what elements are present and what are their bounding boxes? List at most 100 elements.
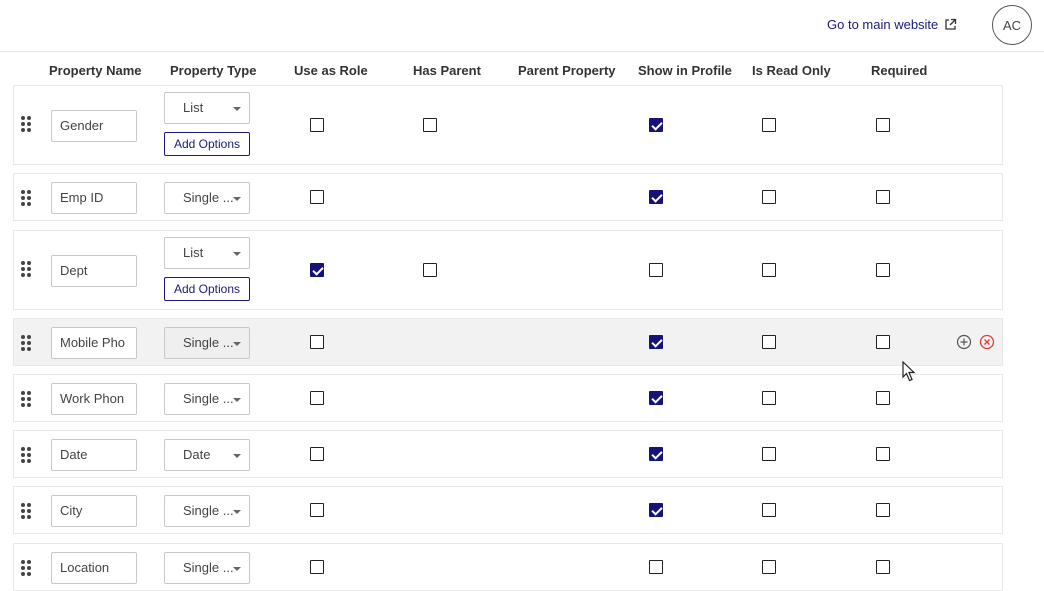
required-checkbox[interactable] <box>876 335 890 349</box>
table-row: City Single ... <box>13 486 1003 534</box>
mouse-cursor-icon <box>902 361 916 382</box>
required-checkbox[interactable] <box>876 391 890 405</box>
table-row: Work Phon Single ... <box>13 374 1003 422</box>
external-link-icon <box>945 18 957 30</box>
property-type-value: Single ... <box>183 560 234 575</box>
read-only-checkbox[interactable] <box>762 503 776 517</box>
read-only-checkbox[interactable] <box>762 190 776 204</box>
show-in-profile-checkbox[interactable] <box>649 391 663 405</box>
has-parent-checkbox[interactable] <box>423 263 437 277</box>
show-in-profile-checkbox[interactable] <box>649 447 663 461</box>
property-type-select[interactable]: Single ... <box>164 327 250 359</box>
property-name-input[interactable]: Mobile Pho <box>51 327 137 359</box>
use-as-role-checkbox[interactable] <box>310 335 324 349</box>
show-in-profile-checkbox[interactable] <box>649 263 663 277</box>
use-as-role-checkbox[interactable] <box>310 190 324 204</box>
table-row: Dept List Add Options <box>13 230 1003 310</box>
column-header-is-read-only: Is Read Only <box>752 63 831 78</box>
read-only-checkbox[interactable] <box>762 263 776 277</box>
use-as-role-checkbox[interactable] <box>310 447 324 461</box>
show-in-profile-checkbox[interactable] <box>649 335 663 349</box>
chevron-down-icon <box>233 252 241 256</box>
has-parent-checkbox[interactable] <box>423 118 437 132</box>
add-options-button[interactable]: Add Options <box>164 277 250 301</box>
read-only-checkbox[interactable] <box>762 560 776 574</box>
required-checkbox[interactable] <box>876 263 890 277</box>
column-header-required: Required <box>871 63 928 78</box>
property-name-input[interactable]: Work Phon <box>51 383 137 415</box>
drag-handle-icon[interactable] <box>21 447 31 463</box>
property-type-select[interactable]: Single ... <box>164 383 250 415</box>
chevron-down-icon <box>233 342 241 346</box>
required-checkbox[interactable] <box>876 560 890 574</box>
property-type-select[interactable]: Date <box>164 439 250 471</box>
property-type-value: Single ... <box>183 190 234 205</box>
read-only-checkbox[interactable] <box>762 447 776 461</box>
chevron-down-icon <box>233 107 241 111</box>
column-header-parent-property: Parent Property <box>518 63 616 78</box>
chevron-down-icon <box>233 197 241 201</box>
plus-circle-icon[interactable] <box>956 334 972 350</box>
property-type-select[interactable]: List <box>164 92 250 124</box>
add-options-button[interactable]: Add Options <box>164 132 250 156</box>
property-name-input[interactable]: Gender <box>51 110 137 142</box>
property-type-value: Single ... <box>183 335 234 350</box>
chevron-down-icon <box>233 567 241 571</box>
column-header-property-type: Property Type <box>170 63 257 78</box>
drag-handle-icon[interactable] <box>21 503 31 519</box>
drag-handle-icon[interactable] <box>21 335 31 351</box>
user-avatar[interactable]: AC <box>992 5 1032 45</box>
property-name-input[interactable]: Location <box>51 552 137 584</box>
required-checkbox[interactable] <box>876 503 890 517</box>
show-in-profile-checkbox[interactable] <box>649 118 663 132</box>
read-only-checkbox[interactable] <box>762 391 776 405</box>
use-as-role-checkbox[interactable] <box>310 118 324 132</box>
chevron-down-icon <box>233 454 241 458</box>
table-row: Location Single ... <box>13 543 1003 591</box>
top-bar: Go to main website AC <box>0 0 1044 52</box>
column-header-property-name: Property Name <box>49 63 142 78</box>
property-name-input[interactable]: Emp ID <box>51 182 137 214</box>
read-only-checkbox[interactable] <box>762 118 776 132</box>
property-name-input[interactable]: Date <box>51 439 137 471</box>
property-type-value: Date <box>183 447 211 462</box>
drag-handle-icon[interactable] <box>21 560 31 576</box>
property-type-value: Single ... <box>183 391 234 406</box>
column-header-use-as-role: Use as Role <box>294 63 368 78</box>
property-type-value: List <box>183 245 204 260</box>
chevron-down-icon <box>233 510 241 514</box>
drag-handle-icon[interactable] <box>21 261 31 277</box>
property-type-value: Single ... <box>183 503 234 518</box>
property-type-select[interactable]: List <box>164 237 250 269</box>
use-as-role-checkbox[interactable] <box>310 560 324 574</box>
drag-handle-icon[interactable] <box>21 116 31 132</box>
table-row: Mobile Pho Single ... <box>13 318 1003 366</box>
show-in-profile-checkbox[interactable] <box>649 503 663 517</box>
property-name-input[interactable]: City <box>51 495 137 527</box>
property-type-select[interactable]: Single ... <box>164 495 250 527</box>
required-checkbox[interactable] <box>876 190 890 204</box>
use-as-role-checkbox[interactable] <box>310 391 324 405</box>
required-checkbox[interactable] <box>876 447 890 461</box>
property-type-select[interactable]: Single ... <box>164 552 250 584</box>
close-circle-icon[interactable] <box>979 334 995 350</box>
drag-handle-icon[interactable] <box>21 391 31 407</box>
main-website-link[interactable]: Go to main website <box>827 17 957 32</box>
main-website-link-label: Go to main website <box>827 17 939 32</box>
column-header-show-in-profile: Show in Profile <box>638 63 732 78</box>
property-type-select[interactable]: Single ... <box>164 182 250 214</box>
table-row: Emp ID Single ... <box>13 173 1003 221</box>
table-row: Date Date <box>13 430 1003 478</box>
read-only-checkbox[interactable] <box>762 335 776 349</box>
column-header-has-parent: Has Parent <box>413 63 481 78</box>
drag-handle-icon[interactable] <box>21 190 31 206</box>
property-name-input[interactable]: Dept <box>51 255 137 287</box>
show-in-profile-checkbox[interactable] <box>649 560 663 574</box>
required-checkbox[interactable] <box>876 118 890 132</box>
table-row: Gender List Add Options <box>13 85 1003 165</box>
use-as-role-checkbox[interactable] <box>310 263 324 277</box>
show-in-profile-checkbox[interactable] <box>649 190 663 204</box>
chevron-down-icon <box>233 398 241 402</box>
property-type-value: List <box>183 100 204 115</box>
use-as-role-checkbox[interactable] <box>310 503 324 517</box>
